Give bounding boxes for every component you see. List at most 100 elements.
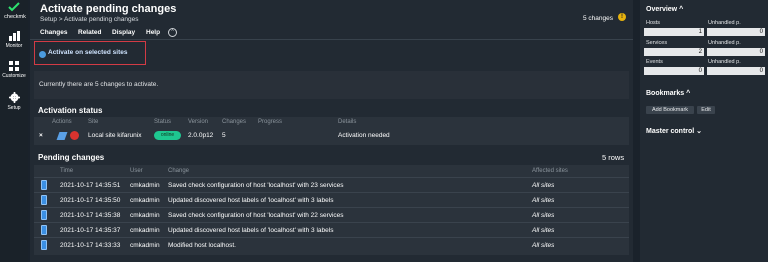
- change-detail-icon[interactable]: [41, 195, 47, 205]
- change-time: 2021-10-17 14:35:37: [60, 227, 121, 234]
- right-sidebar: Overview ^ Hosts Unhandled p. 1 0 Servic…: [640, 0, 768, 262]
- menu-toggle-icon[interactable]: ^: [168, 28, 177, 37]
- hosts-count[interactable]: 1: [644, 28, 704, 36]
- change-user: cmkadmin: [130, 182, 160, 189]
- col-progress: Progress: [258, 119, 283, 125]
- breadcrumb[interactable]: Setup > Activate pending changes: [40, 16, 138, 23]
- table-row: 2021-10-17 14:35:50 cmkadmin Updated dis…: [34, 192, 629, 207]
- change-time: 2021-10-17 14:35:50: [60, 197, 121, 204]
- change-text: Saved check configuration of host 'local…: [168, 182, 344, 189]
- change-text: Modified host localhost.: [168, 242, 236, 249]
- change-user: cmkadmin: [130, 212, 160, 219]
- checkmk-logo[interactable]: checkmk: [2, 2, 26, 24]
- overview-hosts-unhandled-label: Unhandled p.: [708, 20, 741, 26]
- menu-bar: Changes Related Display Help ^: [30, 27, 633, 39]
- hosts-unhandled-count[interactable]: 0: [707, 28, 765, 36]
- col-site: Site: [88, 119, 99, 125]
- site-version: 2.0.0p12: [188, 132, 214, 139]
- overview-events-label: Events: [646, 59, 663, 65]
- nav-label-setup: Setup: [7, 105, 21, 111]
- site-name: Local site kifarunix: [88, 132, 142, 139]
- change-sites: All sites: [532, 182, 555, 189]
- bookmarks-title[interactable]: Bookmarks ^: [646, 90, 690, 97]
- change-text: Updated discovered host labels of 'local…: [168, 227, 334, 234]
- monitor-icon: [8, 31, 20, 41]
- overview-title[interactable]: Overview ^: [646, 6, 683, 13]
- col-user: User: [130, 168, 143, 174]
- change-user: cmkadmin: [130, 197, 160, 204]
- change-text: Updated discovered host labels of 'local…: [168, 197, 334, 204]
- remove-site-icon[interactable]: ×: [39, 132, 43, 139]
- info-text: Currently there are 5 changes to activat…: [39, 81, 159, 88]
- change-detail-icon[interactable]: [41, 180, 47, 190]
- change-user: cmkadmin: [130, 242, 160, 249]
- col-status: Status: [154, 119, 172, 125]
- services-count[interactable]: 2: [644, 48, 704, 56]
- change-detail-icon[interactable]: [41, 240, 47, 250]
- overview-hosts-label: Hosts: [646, 20, 661, 26]
- change-sites: All sites: [532, 212, 555, 219]
- col-details: Details: [338, 119, 357, 125]
- edit-site-icon[interactable]: [56, 132, 68, 140]
- col-actions: Actions: [52, 119, 72, 125]
- action-row: Activate on selected sites: [30, 39, 633, 66]
- col-affected-sites: Affected sites: [532, 168, 568, 174]
- change-detail-icon[interactable]: [41, 225, 47, 235]
- add-bookmark-button[interactable]: Add Bookmark: [646, 106, 694, 114]
- activate-selected-sites-button[interactable]: Activate on selected sites: [34, 41, 146, 65]
- edit-bookmarks-button[interactable]: Edit: [697, 106, 715, 114]
- nav-item-monitor[interactable]: Monitor: [0, 31, 28, 53]
- master-control-title[interactable]: Master control ⌄: [646, 127, 702, 135]
- events-count[interactable]: 0: [644, 67, 704, 75]
- table-row: 2021-10-17 14:35:38 cmkadmin Saved check…: [34, 207, 629, 222]
- menu-changes[interactable]: Changes: [40, 29, 67, 36]
- pending-changes-table: Time User Change Affected sites 2021-10-…: [34, 165, 629, 255]
- activate-button-label: Activate on selected sites: [48, 49, 128, 56]
- overview-events-unhandled-label: Unhandled p.: [708, 59, 741, 65]
- activation-status-table: Actions Site Status Version Changes Prog…: [34, 117, 629, 145]
- change-user: cmkadmin: [130, 227, 160, 234]
- customize-grid-icon: [9, 61, 19, 71]
- pending-table-header: Time User Change Affected sites: [34, 165, 629, 177]
- status-badge: online: [154, 131, 181, 140]
- info-message: Currently there are 5 changes to activat…: [34, 71, 629, 99]
- change-time: 2021-10-17 14:35:38: [60, 212, 121, 219]
- change-sites: All sites: [532, 227, 555, 234]
- menu-display[interactable]: Display: [112, 29, 135, 36]
- nav-label-monitor: Monitor: [5, 43, 23, 49]
- pending-changes-title: Pending changes: [38, 153, 105, 162]
- changes-count[interactable]: 5 changes: [583, 15, 613, 22]
- nav-label-customize: Customize: [2, 73, 26, 79]
- menu-help[interactable]: Help: [146, 29, 160, 36]
- col-change: Change: [168, 168, 190, 174]
- table-row: 2021-10-17 14:33:33 cmkadmin Modified ho…: [34, 237, 629, 252]
- change-text: Saved check configuration of host 'local…: [168, 212, 344, 219]
- warning-icon[interactable]: !: [618, 13, 626, 21]
- overview-services-label: Services: [646, 40, 668, 46]
- change-detail-icon[interactable]: [41, 210, 47, 220]
- overview-services-unhandled-label: Unhandled p.: [708, 40, 741, 46]
- left-nav: checkmk Monitor Customize Setup: [0, 0, 28, 262]
- change-sites: All sites: [532, 242, 555, 249]
- menu-related[interactable]: Related: [78, 29, 101, 36]
- table-row: × Local site kifarunix online 2.0.0p12 5…: [34, 129, 629, 143]
- change-time: 2021-10-17 14:33:33: [60, 242, 121, 249]
- site-details: Activation needed: [338, 132, 390, 139]
- site-activate-icon[interactable]: [70, 131, 79, 140]
- col-changes: Changes: [222, 119, 247, 125]
- main-content: Activate pending changes Setup > Activat…: [30, 0, 633, 262]
- events-unhandled-count[interactable]: 0: [707, 67, 765, 75]
- services-unhandled-count[interactable]: 0: [707, 48, 765, 56]
- col-version: Version: [188, 119, 209, 125]
- site-changes: 5: [222, 132, 226, 139]
- nav-item-setup[interactable]: Setup: [0, 92, 28, 114]
- setup-gear-icon: [8, 92, 20, 103]
- logo-text: checkmk: [4, 14, 26, 20]
- nav-item-customize[interactable]: Customize: [0, 61, 28, 83]
- activation-status-title: Activation status: [38, 106, 103, 115]
- table-row: 2021-10-17 14:35:37 cmkadmin Updated dis…: [34, 222, 629, 237]
- rows-count: 5 rows: [602, 153, 625, 162]
- change-sites: All sites: [532, 197, 555, 204]
- activate-icon: [39, 51, 46, 58]
- checkmk-logo-icon: [8, 2, 20, 12]
